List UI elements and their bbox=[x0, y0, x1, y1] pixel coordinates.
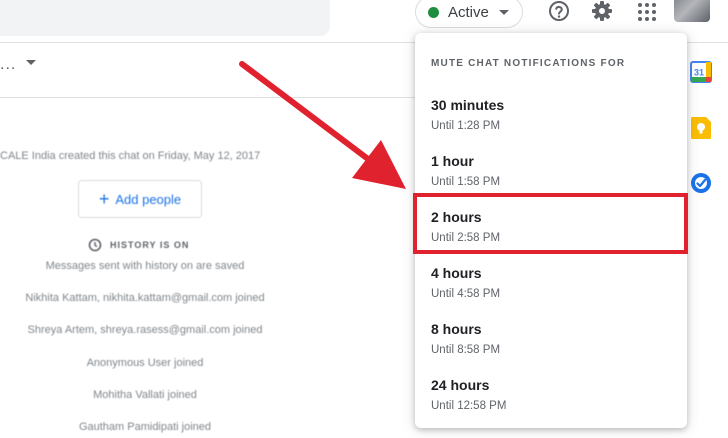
add-people-button[interactable]: + Add people bbox=[78, 180, 202, 218]
option-until: Until 4:58 PM bbox=[431, 288, 501, 300]
option-title: 8 hours bbox=[431, 321, 482, 337]
list-item: Mohitha Vallati joined bbox=[93, 389, 197, 401]
status-dropdown[interactable]: Active bbox=[415, 0, 523, 28]
gear-icon[interactable] bbox=[590, 0, 614, 24]
list-item: Gautham Pamidipati joined bbox=[78, 421, 212, 433]
mute-option-4-hours[interactable]: 4 hours Until 4:58 PM bbox=[415, 257, 687, 313]
calendar-icon[interactable]: 31 bbox=[690, 61, 712, 83]
option-until: Until 12:58 PM bbox=[431, 400, 507, 412]
option-title: 24 hours bbox=[431, 377, 490, 393]
add-people-label: Add people bbox=[115, 191, 182, 207]
history-status-label: HISTORY IS ON bbox=[110, 240, 190, 250]
tasks-icon[interactable] bbox=[690, 172, 712, 194]
history-note: Messages sent with history on are saved bbox=[45, 260, 245, 272]
apps-grid-icon[interactable] bbox=[637, 2, 657, 22]
chat-created-line: CALE India created this chat on Friday, … bbox=[0, 150, 261, 162]
mute-option-2-hours[interactable]: 2 hours Until 2:58 PM bbox=[415, 201, 687, 257]
chevron-down-icon[interactable] bbox=[26, 60, 36, 65]
option-until: Until 2:58 PM bbox=[431, 232, 501, 244]
plus-icon: + bbox=[98, 189, 110, 209]
option-until: Until 1:28 PM bbox=[431, 120, 501, 132]
history-status: HISTORY IS ON bbox=[88, 238, 189, 252]
status-label: Active bbox=[448, 3, 489, 21]
mute-option-24-hours[interactable]: 24 hours Until 12:58 PM bbox=[415, 369, 687, 425]
chat-title-ellipsis: ... bbox=[0, 56, 17, 73]
keep-icon[interactable] bbox=[690, 116, 712, 140]
option-until: Until 8:58 PM bbox=[431, 344, 501, 356]
menu-header: MUTE CHAT NOTIFICATIONS FOR bbox=[431, 58, 626, 69]
option-title: 1 hour bbox=[431, 153, 474, 169]
status-dot bbox=[428, 6, 439, 18]
mute-option-8-hours[interactable]: 8 hours Until 8:58 PM bbox=[415, 313, 687, 369]
mute-option-1-hour[interactable]: 1 hour Until 1:58 PM bbox=[415, 145, 687, 201]
option-title: 4 hours bbox=[431, 265, 482, 281]
list-item: Anonymous User joined bbox=[86, 357, 204, 369]
calendar-day: 31 bbox=[694, 68, 704, 78]
history-clock-icon bbox=[88, 238, 102, 252]
help-icon[interactable] bbox=[547, 0, 571, 24]
option-title: 30 minutes bbox=[431, 97, 505, 113]
list-item: Nikhita Kattam, nikhita.kattam@gmail.com… bbox=[25, 292, 265, 304]
mute-option-30-minutes[interactable]: 30 minutes Until 1:28 PM bbox=[415, 89, 687, 145]
chevron-down-icon bbox=[498, 9, 509, 15]
option-until: Until 1:58 PM bbox=[431, 176, 501, 188]
content-divider bbox=[0, 97, 415, 98]
list-item: Shreya Artem, shreya.rasess@gmail.com jo… bbox=[27, 324, 263, 336]
mute-notifications-menu: MUTE CHAT NOTIFICATIONS FOR 30 minutes U… bbox=[415, 33, 687, 428]
option-title: 2 hours bbox=[431, 209, 482, 225]
avatar[interactable] bbox=[674, 0, 710, 22]
search-box[interactable] bbox=[0, 0, 330, 36]
